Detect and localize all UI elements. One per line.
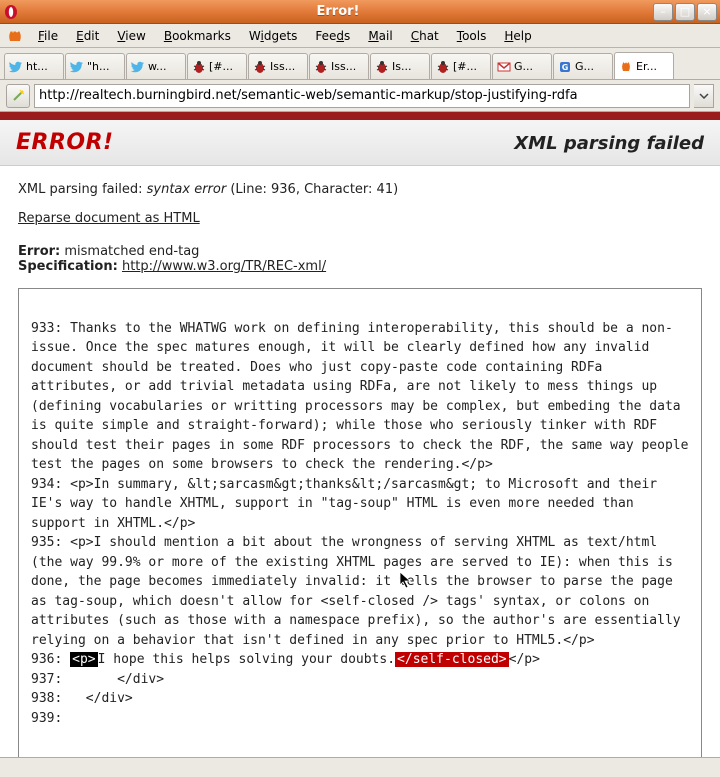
source-code-box: 933: Thanks to the WHATWG work on defini…: [18, 288, 702, 757]
tab-label: Is...: [392, 60, 411, 73]
code-line-937: 937: </div>: [31, 672, 164, 687]
wand-icon: [11, 89, 25, 103]
url-input-wrap: [34, 84, 690, 108]
menubar: File Edit View Bookmarks Widgets Feeds M…: [0, 24, 720, 48]
app-icon: [6, 27, 24, 45]
code-line-935: 935: <p>I should mention a bit about the…: [31, 535, 688, 648]
red-divider: [0, 112, 720, 120]
error-summary: XML parsing failed: syntax error (Line: …: [18, 182, 702, 197]
tab-label: [#...: [453, 60, 477, 73]
tab-label: G...: [514, 60, 533, 73]
summary-location: (Line: 936, Character: 41): [226, 182, 398, 197]
tab-label: ht...: [26, 60, 48, 73]
menu-edit[interactable]: Edit: [68, 26, 107, 46]
error-header: ERROR! XML parsing failed: [0, 120, 720, 166]
url-dropdown[interactable]: [694, 84, 714, 108]
tab-label: "h...: [87, 60, 110, 73]
code-line-939: 939:: [31, 711, 70, 726]
wand-button[interactable]: [6, 84, 30, 108]
tab-label: [#...: [209, 60, 233, 73]
tab-3[interactable]: [#...: [187, 53, 247, 79]
code-line-938: 938: </div>: [31, 691, 133, 706]
summary-prefix: XML parsing failed:: [18, 182, 147, 197]
error-body: XML parsing failed: syntax error (Line: …: [0, 166, 720, 757]
tab-label: Iss...: [270, 60, 295, 73]
window-titlebar: Error! – □ ×: [0, 0, 720, 24]
close-button[interactable]: ×: [697, 3, 717, 21]
tab-1[interactable]: "h...: [65, 53, 125, 79]
maximize-button[interactable]: □: [675, 3, 695, 21]
minimize-button[interactable]: –: [653, 3, 673, 21]
tab-label: w...: [148, 60, 166, 73]
spec-line: Specification: http://www.w3.org/TR/REC-…: [18, 259, 702, 274]
reparse-link[interactable]: Reparse document as HTML: [18, 211, 200, 226]
tab-10[interactable]: Er...: [614, 52, 674, 79]
menu-widgets[interactable]: Widgets: [241, 26, 306, 46]
tab-label: Er...: [636, 60, 657, 73]
error-detail-line: Error: mismatched end-tag: [18, 244, 702, 259]
status-bar: [0, 757, 720, 777]
code-line-936: 936: <p>I hope this helps solving your d…: [31, 652, 540, 667]
error-value: mismatched end-tag: [60, 244, 199, 259]
error-subheading: XML parsing failed: [514, 133, 704, 154]
tab-9[interactable]: G G...: [553, 53, 613, 79]
spec-link[interactable]: http://www.w3.org/TR/REC-xml/: [122, 259, 326, 274]
error-heading: ERROR!: [16, 130, 114, 155]
tab-label: G...: [575, 60, 594, 73]
tab-6[interactable]: Is...: [370, 53, 430, 79]
window-buttons: – □ ×: [653, 3, 717, 21]
url-input[interactable]: [39, 88, 685, 103]
page-content: ERROR! XML parsing failed XML parsing fa…: [0, 112, 720, 757]
tab-2[interactable]: w...: [126, 53, 186, 79]
tab-0[interactable]: ht...: [4, 53, 64, 79]
menu-tools[interactable]: Tools: [449, 26, 495, 46]
window-title: Error!: [23, 4, 653, 19]
tab-label: Iss...: [331, 60, 356, 73]
menu-bookmarks[interactable]: Bookmarks: [156, 26, 239, 46]
tab-4[interactable]: Iss...: [248, 53, 308, 79]
spec-label: Specification:: [18, 259, 118, 274]
tab-bar: ht... "h... w... [#... Iss... Iss... Is... [#..…: [0, 48, 720, 80]
menu-mail[interactable]: Mail: [360, 26, 400, 46]
menu-help[interactable]: Help: [496, 26, 539, 46]
highlight-open-tag: <p>: [70, 652, 97, 667]
highlight-error-tag: </self-closed>: [395, 652, 509, 667]
svg-text:G: G: [562, 63, 569, 72]
menu-view[interactable]: View: [109, 26, 153, 46]
tab-7[interactable]: [#...: [431, 53, 491, 79]
tab-8[interactable]: G...: [492, 53, 552, 79]
error-label: Error:: [18, 244, 60, 259]
menu-file[interactable]: File: [30, 26, 66, 46]
summary-error-type: syntax error: [147, 182, 227, 197]
code-line-933: 933: Thanks to the WHATWG work on defini…: [31, 321, 696, 473]
menu-feeds[interactable]: Feeds: [307, 26, 358, 46]
code-line-934: 934: <p>In summary, &lt;sarcasm&gt;thank…: [31, 477, 665, 531]
menu-chat[interactable]: Chat: [403, 26, 447, 46]
chevron-down-icon: [699, 93, 709, 99]
opera-icon: [3, 4, 19, 20]
tab-5[interactable]: Iss...: [309, 53, 369, 79]
url-bar: [0, 80, 720, 112]
